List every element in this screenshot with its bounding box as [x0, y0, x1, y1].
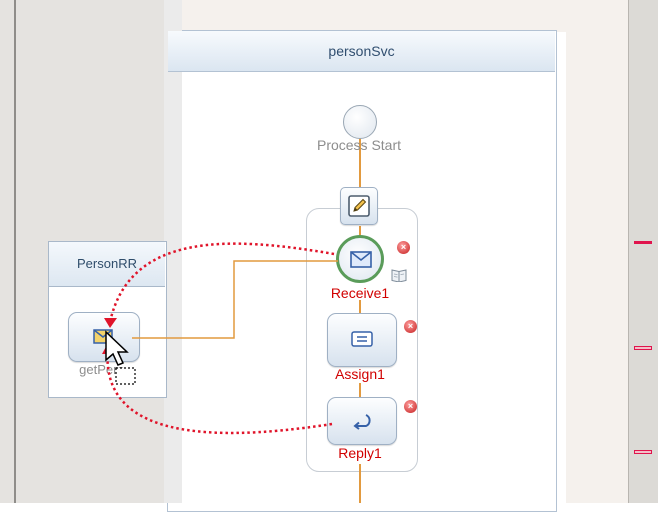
receive-partner-connection: [132, 260, 338, 339]
drag-link-receive: [108, 242, 335, 323]
drag-link-arrowhead-receive: [104, 318, 117, 328]
drag-link-reply: [106, 347, 333, 435]
overview-marker[interactable]: [634, 241, 652, 244]
arrow-cursor-icon: [105, 330, 136, 385]
overview-marker[interactable]: [634, 450, 652, 454]
connection-overlay: [102, 242, 338, 435]
overview-marker[interactable]: [634, 346, 652, 350]
